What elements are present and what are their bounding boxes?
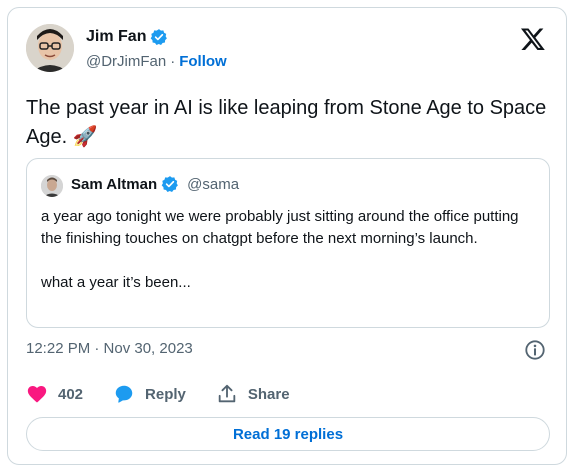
quoted-text-line2: what a year it’s been... (41, 274, 191, 291)
reply-button[interactable]: Reply (113, 383, 186, 405)
quoted-name-row: Sam Altman @sama (71, 175, 239, 193)
reply-icon (115, 385, 133, 403)
like-count: 402 (58, 385, 84, 403)
quoted-text: a year ago tonight we were probably just… (41, 206, 541, 294)
share-button[interactable]: Share (216, 383, 290, 405)
author-avatar[interactable] (26, 24, 74, 72)
tweet-card: Jim Fan @DrJimFan · Follow The past year… (7, 7, 567, 465)
author-handle[interactable]: @DrJimFan (86, 53, 166, 70)
tweet-timestamp[interactable]: 12:22 PM · Nov 30, 2023 (26, 340, 193, 357)
share-icon (218, 384, 236, 403)
follow-button[interactable]: Follow (179, 53, 227, 70)
info-icon[interactable] (524, 339, 546, 361)
quoted-author-avatar[interactable] (41, 175, 63, 197)
author-name-row: Jim Fan (86, 28, 168, 46)
quoted-text-line1: a year ago tonight we were probably just… (41, 208, 519, 247)
reply-label: Reply (145, 385, 186, 403)
verified-badge-icon (161, 176, 179, 192)
heart-icon (27, 386, 47, 403)
share-label: Share (247, 385, 290, 403)
like-button[interactable]: 402 (26, 383, 83, 405)
quoted-tweet[interactable]: Sam Altman @sama a year ago tonight we w… (26, 158, 550, 328)
verified-badge-icon (151, 29, 168, 45)
tweet-actions: 402 Reply Share (26, 383, 320, 405)
x-logo-icon[interactable] (520, 26, 546, 52)
quoted-handle[interactable]: @sama (187, 176, 239, 193)
handle-separator: · (170, 53, 176, 70)
quoted-display-name[interactable]: Sam Altman (71, 176, 157, 193)
author-display-name[interactable]: Jim Fan (86, 28, 146, 46)
tweet-text: The past year in AI is like leaping from… (26, 97, 547, 148)
read-replies-button[interactable]: Read 19 replies (26, 417, 550, 451)
author-handle-row: @DrJimFan · Follow (86, 53, 227, 70)
